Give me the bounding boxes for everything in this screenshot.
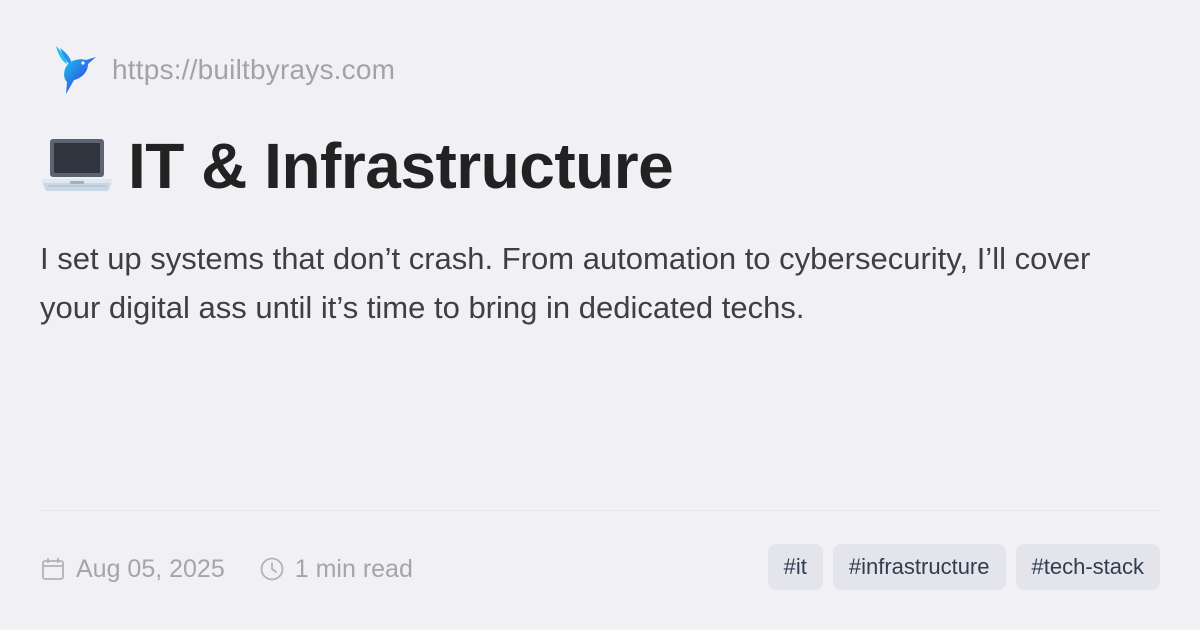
publish-date: Aug 05, 2025 (40, 555, 225, 584)
publish-date-text: Aug 05, 2025 (76, 554, 225, 583)
tag-it[interactable]: #it (767, 544, 823, 590)
post-meta: Aug 05, 2025 1 min read (40, 548, 413, 590)
page-title-row: IT & Infrastructure (40, 126, 674, 206)
calendar-icon (42, 558, 64, 580)
hummingbird-icon (56, 46, 96, 94)
page-title: IT & Infrastructure (128, 130, 674, 202)
tag-tech-stack[interactable]: #tech-stack (1015, 544, 1160, 590)
laptop-icon (42, 139, 112, 191)
clock-icon (260, 557, 284, 581)
tag-infrastructure[interactable]: #infrastructure (832, 544, 1006, 590)
read-time-text: 1 min read (294, 554, 413, 583)
divider (40, 510, 1160, 511)
site-url[interactable]: https://builtbyrays.com (112, 44, 395, 96)
tag-list: #it #infrastructure #tech-stack (758, 544, 1160, 590)
read-time: 1 min read (259, 555, 413, 584)
site-header: https://builtbyrays.com (50, 44, 395, 96)
page-description: I set up systems that don’t crash. From … (40, 241, 1091, 325)
